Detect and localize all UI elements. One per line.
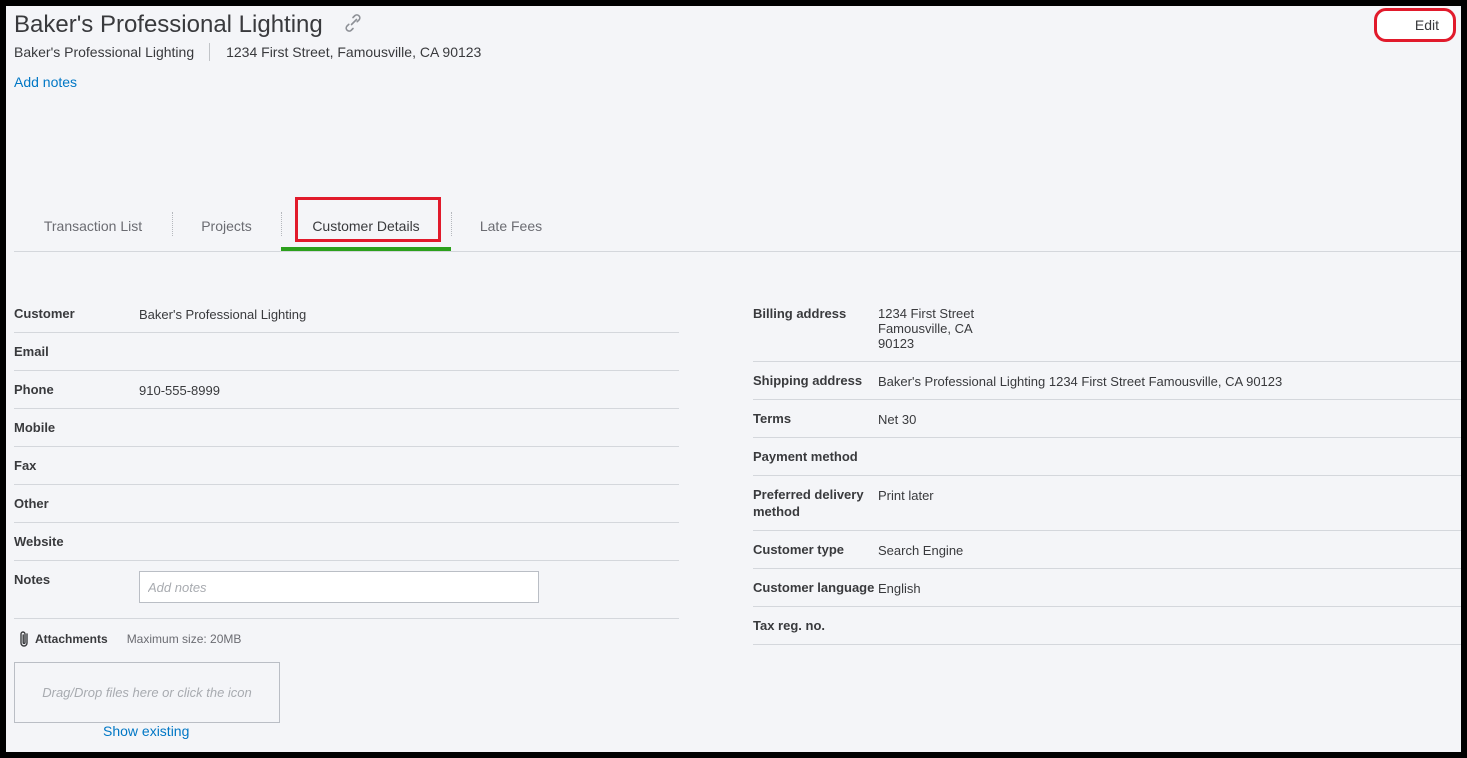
- detail-value: English: [878, 581, 921, 596]
- detail-label: Website: [14, 534, 64, 549]
- detail-label: Terms: [753, 411, 792, 426]
- paperclip-icon[interactable]: [18, 630, 31, 648]
- detail-label-line-2: method: [753, 504, 800, 519]
- attachments-header: Attachments Maximum size: 20MB: [18, 630, 241, 648]
- active-tab-highlight: [295, 197, 441, 242]
- detail-label: Tax reg. no.: [753, 618, 825, 633]
- detail-value: Net 30: [878, 412, 917, 427]
- detail-value: Baker's Professional Lighting 1234 First…: [878, 374, 1283, 389]
- active-tab-indicator: [281, 247, 451, 251]
- customer-address: 1234 First Street, Famousville, CA 90123: [226, 44, 482, 60]
- detail-row-website: Website: [14, 523, 679, 561]
- detail-row-billing-address: Billing address 1234 First Street Famous…: [753, 294, 1461, 362]
- detail-row-customer: Customer Baker's Professional Lighting: [14, 294, 679, 333]
- detail-row-customer-type: Customer type Search Engine: [753, 531, 1461, 569]
- detail-row-other: Other: [14, 485, 679, 523]
- detail-label-line-1: Preferred delivery: [753, 487, 864, 502]
- detail-row-phone: Phone 910-555-8999: [14, 371, 679, 409]
- tab-bar: Transaction List Projects Customer Detai…: [14, 197, 1461, 252]
- tab-late-fees[interactable]: Late Fees: [451, 201, 571, 251]
- billing-address-line-2: Famousville, CA: [878, 321, 973, 336]
- detail-row-customer-language: Customer language English: [753, 569, 1461, 607]
- tab-projects[interactable]: Projects: [172, 201, 281, 251]
- page-title: Baker's Professional Lighting: [14, 11, 323, 38]
- detail-label: Shipping address: [753, 373, 863, 388]
- detail-row-tax-reg: Tax reg. no.: [753, 607, 1461, 645]
- detail-row-preferred-delivery: Preferred delivery method Print later: [753, 476, 1461, 531]
- detail-value: 910-555-8999: [139, 383, 220, 398]
- attachments-label: Attachments: [35, 632, 108, 646]
- billing-address-line-3: 90123: [878, 336, 915, 351]
- detail-value: Search Engine: [878, 543, 964, 558]
- detail-label: Fax: [14, 458, 37, 473]
- detail-value: Print later: [878, 488, 934, 503]
- tab-transaction-list[interactable]: Transaction List: [14, 201, 172, 251]
- billing-address-line-1: 1234 First Street: [878, 306, 975, 321]
- detail-label: Other: [14, 496, 49, 511]
- detail-row-terms: Terms Net 30: [753, 400, 1461, 438]
- detail-row-fax: Fax: [14, 447, 679, 485]
- detail-row-email: Email: [14, 333, 679, 371]
- divider: [209, 43, 211, 61]
- customer-subline: Baker's Professional Lighting 1234 First…: [14, 43, 481, 61]
- detail-label: Phone: [14, 382, 54, 397]
- detail-label: Email: [14, 344, 49, 359]
- notes-input[interactable]: [139, 571, 539, 603]
- attachments-max-size: Maximum size: 20MB: [126, 632, 242, 646]
- attachment-dropzone[interactable]: Drag/Drop files here or click the icon: [14, 662, 280, 723]
- company-name: Baker's Professional Lighting: [14, 44, 195, 60]
- customer-page: Baker's Professional Lighting Baker's Pr…: [6, 6, 1461, 752]
- detail-row-mobile: Mobile: [14, 409, 679, 447]
- detail-label: Mobile: [14, 420, 56, 435]
- detail-label: Customer: [14, 306, 75, 321]
- detail-value: Baker's Professional Lighting: [139, 307, 307, 322]
- detail-label: Customer language: [753, 580, 875, 595]
- link-icon[interactable]: [343, 13, 363, 33]
- detail-label: Billing address: [753, 306, 847, 321]
- detail-row-payment-method: Payment method: [753, 438, 1461, 476]
- edit-button[interactable]: Edit: [1374, 8, 1456, 42]
- detail-label: Notes: [14, 572, 51, 587]
- show-existing-link[interactable]: Show existing: [103, 723, 189, 739]
- detail-label: Payment method: [753, 449, 858, 464]
- detail-label: Customer type: [753, 542, 845, 557]
- add-notes-link[interactable]: Add notes: [14, 74, 77, 90]
- detail-row-shipping-address: Shipping address Baker's Professional Li…: [753, 362, 1461, 400]
